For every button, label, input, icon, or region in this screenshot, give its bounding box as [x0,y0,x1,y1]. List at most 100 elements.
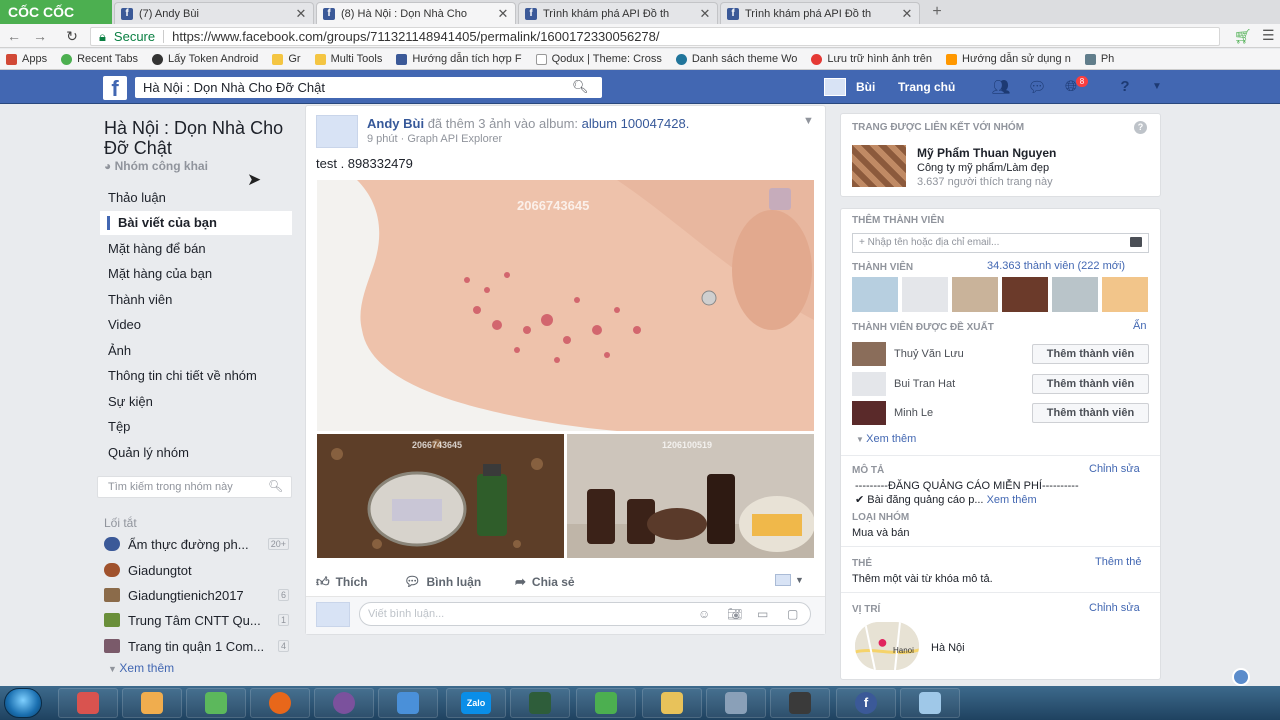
bookmark-integration[interactable]: Hướng dẫn tích hợp F [396,53,522,65]
help-icon[interactable]: ? [1114,78,1136,96]
bookmark-apps[interactable]: Apps [6,53,47,65]
forward-button[interactable]: → [30,26,50,46]
add-member-input[interactable]: + Nhập tên hoặc địa chỉ email... [852,233,1149,253]
close-icon[interactable]: ✕ [295,6,307,22]
see-more-description[interactable]: Xem thêm [987,494,1037,506]
messages-icon[interactable]: 💬︎ [1026,78,1048,96]
member-thumbnail[interactable] [1052,277,1098,312]
add-member-button[interactable]: Thêm thành viên [1032,403,1149,423]
home-link[interactable]: Trang chủ [898,80,955,94]
bookmark-folder[interactable]: Gr [272,53,301,65]
taskbar-app[interactable]: Zalo [446,688,506,718]
shortcut-item[interactable]: Ẩm thực đường ph... 20+ [104,535,289,553]
post-options-chevron-icon[interactable]: ▼ [803,115,814,127]
nav-for-sale[interactable]: Mặt hàng để bán [108,241,206,256]
start-button[interactable] [4,688,42,718]
member-thumbnail[interactable] [852,277,898,312]
share-button[interactable]: ➦ Chia sẻ [515,574,575,590]
members-title[interactable]: THÀNH VIÊN [852,262,913,273]
bookmark-guide[interactable]: Hướng dẫn sử dụng n [946,53,1071,65]
browser-tab[interactable]: f Trình khám phá API Đồ th ✕ [720,2,920,24]
location-map[interactable]: ● Hanoi [855,622,919,670]
post-app[interactable]: Graph API Explorer [407,133,502,145]
member-thumbnail[interactable] [952,277,998,312]
bookmark-qodux[interactable]: Qodux | Theme: Cross [535,53,662,65]
search-icon[interactable]: 🔍︎ [268,479,283,493]
add-member-button[interactable]: Thêm thành viên [1032,344,1149,364]
album-link[interactable]: album 100047428. [582,116,690,131]
post-photo-main[interactable]: 2066743645 [317,180,814,431]
member-thumbnail[interactable] [1102,277,1148,312]
emoji-icon[interactable]: ☺ [698,607,710,621]
taskbar-app[interactable] [900,688,960,718]
friend-requests-icon[interactable]: 👥︎ [990,78,1012,96]
nav-members[interactable]: Thành viên [108,292,172,307]
location-value[interactable]: Hà Nội [931,642,965,654]
bookmark-token[interactable]: Lấy Token Android [152,53,258,65]
shortcut-item[interactable]: Giadungtot [104,561,289,579]
group-title[interactable]: Hà Nội : Dọn Nhà Cho Đỡ Chật [104,118,284,158]
browser-tab[interactable]: f (7) Andy Bùi ✕ [114,2,314,24]
facebook-search-input[interactable]: Hà Nội : Dọn Nhà Cho Đỡ Chật [135,77,602,98]
browser-tab[interactable]: f Trình khám phá API Đồ th ✕ [518,2,718,24]
bookmark-recent-tabs[interactable]: Recent Tabs [61,53,138,65]
nav-files[interactable]: Tệp [108,419,130,434]
suggested-name[interactable]: Thuỷ Văn Lưu [894,348,964,360]
member-thumbnail[interactable] [1002,277,1048,312]
browser-tab-active[interactable]: f (8) Hà Nội : Dọn Nhà Cho ✕ [316,2,516,24]
comment-button[interactable]: 💬︎ Bình luận [404,574,481,590]
chevron-down-icon[interactable]: ▼ [1146,81,1168,99]
user-avatar[interactable] [824,78,846,96]
add-tags-link[interactable]: Thêm thẻ [1095,556,1141,568]
group-search-input[interactable]: Tìm kiếm trong nhóm này [97,476,292,498]
url-bar[interactable]: 🔒︎ Secure https://www.facebook.com/group… [90,27,1220,46]
sticker-icon[interactable]: ▢ [787,607,798,621]
author-avatar[interactable] [316,115,358,148]
taskbar-app[interactable] [770,688,830,718]
nav-events[interactable]: Sự kiện [108,394,153,409]
taskbar-app[interactable] [706,688,766,718]
taskbar-app[interactable] [186,688,246,718]
search-icon[interactable]: 🔍︎ [572,79,589,95]
edit-description-link[interactable]: Chỉnh sửa [1089,463,1140,475]
taskbar-app[interactable]: f [836,688,896,718]
post-photo-2[interactable]: 2066743645 [317,434,564,558]
hide-suggestions-link[interactable]: Ẩn [1133,320,1146,332]
edit-location-link[interactable]: Chỉnh sửa [1089,602,1140,614]
nav-manage-group[interactable]: Quản lý nhóm [108,445,189,460]
add-member-button[interactable]: Thêm thành viên [1032,374,1149,394]
coccoc-logo[interactable]: CỐC CỐC [0,0,112,24]
bookmark-more[interactable]: Ph [1084,53,1114,65]
new-tab-button[interactable]: + [928,2,946,22]
nav-photos[interactable]: Ảnh [108,343,131,358]
page-name[interactable]: Mỹ Phẩm Thuan Nguyen [917,146,1056,160]
nav-your-items[interactable]: Mặt hàng của bạn [108,266,212,281]
suggested-avatar[interactable] [852,401,886,425]
contact-card-icon[interactable] [1130,237,1142,247]
bookmark-themes[interactable]: Danh sách theme Wo [675,53,797,65]
taskbar-app[interactable] [250,688,310,718]
menu-icon[interactable]: ☰ [1262,27,1275,44]
post-photo-3[interactable]: 1206100519 [567,434,814,558]
shortcut-item[interactable]: Giadungtienich2017 6 [104,586,289,604]
bookmark-multi-tools[interactable]: Multi Tools [314,53,382,65]
reload-button[interactable]: ↻ [62,26,82,46]
suggested-name[interactable]: Bui Tran Hat [894,378,955,390]
taskbar-app[interactable] [122,688,182,718]
back-button[interactable]: ← [4,26,24,46]
taskbar-app[interactable] [58,688,118,718]
facebook-logo-icon[interactable]: f [103,76,127,101]
author-name[interactable]: Andy Bùi [367,116,424,131]
shortcut-item[interactable]: Trang tin quận 1 Com... 4 [104,637,289,655]
close-icon[interactable]: ✕ [699,6,711,22]
camera-icon[interactable]: 📷︎ [727,607,742,621]
post-time[interactable]: 9 phút [367,133,398,145]
comment-input[interactable]: Viết bình luận... [359,602,811,626]
see-more-shortcuts[interactable]: ▼ Xem thêm [108,661,174,675]
suggested-avatar[interactable] [852,342,886,366]
close-icon[interactable]: ✕ [497,6,509,22]
page-thumbnail[interactable] [852,145,906,187]
taskbar-app[interactable] [378,688,438,718]
help-icon[interactable]: ? [1134,121,1147,134]
see-more-suggestions[interactable]: ▼ Xem thêm [856,433,916,445]
